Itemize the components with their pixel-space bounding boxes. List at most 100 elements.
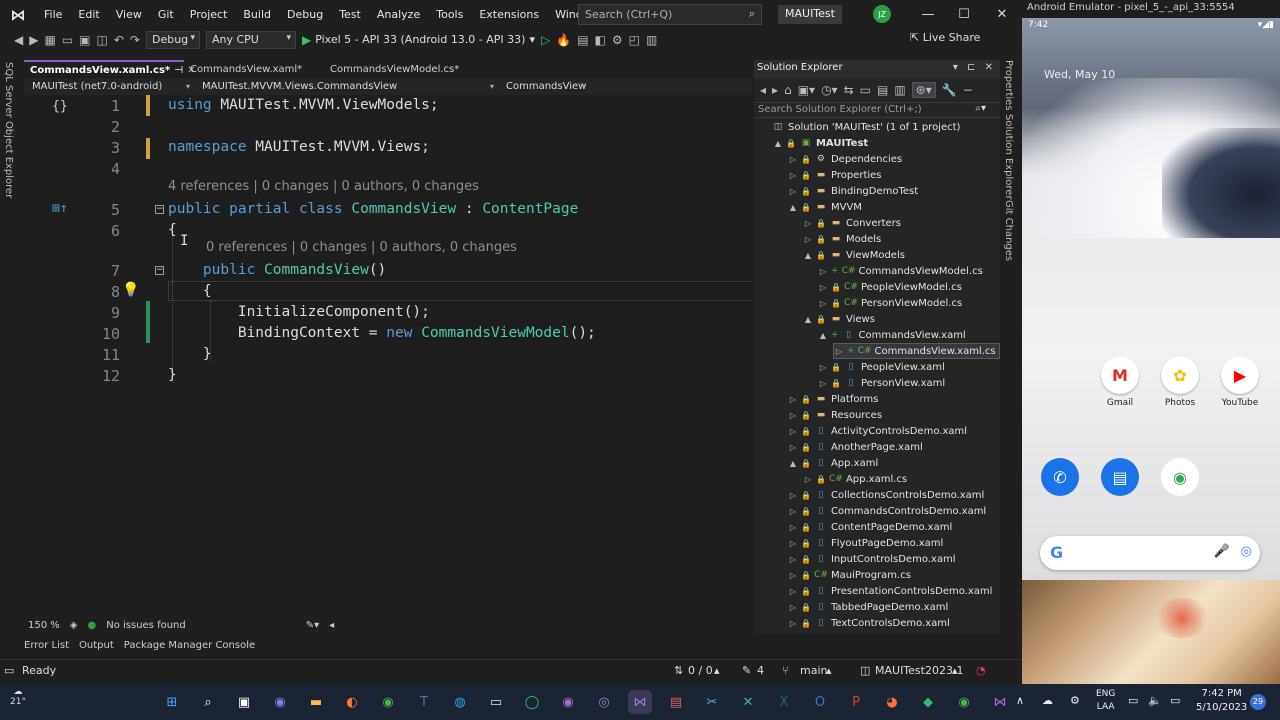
document-tab[interactable]: CommandsView.xaml.cs* ⊣ ✕ [24, 60, 196, 78]
expand-arrow-icon[interactable]: ▷ [788, 539, 798, 548]
system-clock[interactable]: 7:42 PM 5/10/2023 [1196, 687, 1247, 715]
run-without-debug-icon[interactable]: ▷ [541, 33, 550, 47]
hot-reload-icon[interactable]: 🔥 [556, 33, 571, 47]
type-nav-select[interactable]: MAUITest.MVVM.Views.CommandsView [194, 78, 498, 95]
tree-item[interactable]: ▷ 🔒 ▯ PeopleView.xaml [818, 359, 945, 375]
tree-item[interactable]: ▷ 🔒 ▬ Platforms [788, 391, 878, 407]
dropdown-icon[interactable]: ▴ [714, 664, 720, 677]
weather-widget[interactable]: ☁ 21° [10, 687, 26, 707]
display-icon[interactable]: ▭ [1128, 694, 1138, 707]
sql-server-object-explorer-tab[interactable]: SQL Server Object Explorer [3, 62, 14, 198]
git-changes-count[interactable]: 0 / 0 [688, 664, 713, 677]
expand-arrow-icon[interactable]: ▷ [788, 491, 798, 500]
dropdown-icon[interactable]: ▴ [826, 664, 832, 677]
tree-item[interactable]: ▲ 🔒 ▬ ViewModels [803, 247, 905, 263]
expand-arrow-icon[interactable]: ▷ [788, 171, 798, 180]
output-icon[interactable]: ▭ [4, 664, 14, 677]
new-project-icon[interactable]: ▦ [44, 33, 55, 47]
repo-icon[interactable]: ◫ [860, 664, 870, 677]
tree-item[interactable]: ▷ 🔒 C# PeopleViewModel.cs [818, 279, 962, 295]
search-input[interactable]: Search (Ctrl+Q) ⌕ [578, 4, 762, 25]
copilot-icon[interactable]: ◈ [70, 620, 78, 631]
tree-item[interactable]: ▷ 🔒 C# MauiProgram.cs [788, 567, 911, 583]
camera-icon[interactable]: ◰ [629, 33, 640, 47]
history-icon[interactable]: ◷▾ [821, 83, 838, 97]
expanded-arrow-icon[interactable]: ▲ [773, 139, 783, 148]
pencil-icon[interactable]: ✎ [742, 664, 751, 677]
expand-arrow-icon[interactable]: ▷ [818, 267, 828, 276]
device-icon[interactable]: ▥ [646, 33, 657, 47]
menu-item-git[interactable]: Git [150, 8, 182, 21]
right-strip-tab[interactable]: Git Changes [1003, 200, 1014, 261]
sync-icon[interactable]: ⇆ [844, 83, 854, 97]
code-line[interactable]: public CommandsView() [168, 262, 386, 278]
tree-item[interactable]: ▲ + ▯ CommandsView.xaml [818, 327, 966, 343]
code-line[interactable]: public partial class CommandsView : Cont… [168, 201, 578, 217]
messages-icon[interactable]: ▤ [1101, 458, 1139, 496]
phone-date[interactable]: Wed, May 10 [1044, 68, 1115, 81]
tree-item[interactable]: ▷ 🔒 ▯ PresentationControlsDemo.xaml [788, 583, 993, 599]
edge-icon[interactable]: ◍ [448, 690, 472, 714]
more-icon[interactable]: − [963, 83, 973, 97]
menu-item-test[interactable]: Test [331, 8, 369, 21]
brush-icon[interactable]: ✎▾ [306, 620, 319, 631]
battery-icon[interactable]: ▭ [1170, 694, 1180, 707]
branch-icon[interactable]: ⑂ [782, 664, 789, 677]
app-tray-icon[interactable]: ⚙ [1070, 694, 1080, 707]
bookmark-icon[interactable]: ◧ [595, 33, 606, 47]
expanded-arrow-icon[interactable]: ▲ [803, 251, 813, 260]
codelens-class[interactable]: 4 references | 0 changes | 0 authors, 0 … [168, 179, 479, 194]
menu-item-analyze[interactable]: Analyze [369, 8, 428, 21]
collapse-icon[interactable]: ▤ [877, 83, 888, 97]
expand-arrow-icon[interactable]: ▷ [788, 603, 798, 612]
visual-studio-logo-icon[interactable]: ⋈ [0, 0, 36, 29]
chrome-icon[interactable]: ◉ [376, 690, 400, 714]
tree-item[interactable]: ▲ 🔒 ▬ Views [803, 311, 875, 327]
tree-item[interactable]: ▷ 🔒 ▯ FlyoutPageDemo.xaml [788, 535, 943, 551]
lightbulb-icon[interactable]: 💡 [122, 282, 139, 298]
bottom-tab[interactable]: Output [79, 640, 114, 651]
issues-label[interactable]: No issues found [106, 620, 186, 631]
tree-item[interactable]: ▷ 🔒 ▯ ContentPageDemo.xaml [788, 519, 952, 535]
preview-icon[interactable]: ⊛▾ [911, 82, 936, 98]
tree-item[interactable]: ▲ 🔒 ▬ MVVM [788, 199, 862, 215]
phone-screen[interactable]: 7:42 ▾◢▮ Wed, May 10 M Gmail ✿ Photos ▶ YouTu… [1022, 18, 1280, 595]
tree-item[interactable]: ▷ 🔒 ▯ AnotherPage.xaml [788, 439, 923, 455]
settings-icon[interactable]: ⚙ [612, 33, 623, 47]
expand-arrow-icon[interactable]: ▷ [788, 411, 798, 420]
tree-item[interactable]: ▷ 🔒 ▬ Converters [803, 215, 901, 231]
fold-toggle[interactable]: − [155, 205, 164, 214]
zoom-level[interactable]: 150 % [28, 620, 60, 631]
expand-arrow-icon[interactable]: ▷ [803, 475, 813, 484]
save-all-icon[interactable]: ◫ [97, 33, 108, 47]
expand-arrow-icon[interactable]: ▷ [818, 363, 828, 372]
tree-item[interactable]: ▷ 🔒 ▯ InputControlsDemo.xaml [788, 551, 956, 567]
codelens-constructor[interactable]: 0 references | 0 changes | 0 authors, 0 … [206, 240, 517, 255]
expanded-arrow-icon[interactable]: ▲ [788, 203, 798, 212]
code-editor[interactable]: {} ⊞↑ 💡 − − 1 using MAUITest.MVVM.ViewMod… [24, 95, 752, 617]
app-photos[interactable]: ✿ Photos [1152, 356, 1208, 408]
search-icon[interactable]: ⌕ [196, 690, 220, 714]
snipping-icon[interactable]: ✂ [700, 690, 724, 714]
expanded-arrow-icon[interactable]: ▲ [818, 331, 828, 340]
back-icon[interactable]: ◀ [14, 33, 23, 47]
start-icon[interactable]: ⊞ [160, 690, 184, 714]
switch-views-icon[interactable]: ▣▾ [798, 83, 815, 97]
chat-icon[interactable]: ◉ [268, 690, 292, 714]
run-button[interactable]: ▶ Pixel 5 - API 33 (Android 13.0 - API 3… [302, 33, 535, 47]
tool-icon[interactable]: ✕ [736, 690, 760, 714]
app-gmail[interactable]: M Gmail [1092, 356, 1148, 408]
refresh-icon[interactable]: ▭ [860, 83, 871, 97]
code-line[interactable]: { [168, 222, 177, 238]
menu-item-project[interactable]: Project [182, 8, 236, 21]
google-lens-icon[interactable]: ◎ [1241, 544, 1252, 559]
language-indicator[interactable]: ENG LAA [1096, 688, 1115, 714]
fold-toggle[interactable]: − [155, 266, 164, 275]
tree-item[interactable]: ▷ 🔒 ▯ ActivityControlsDemo.xaml [788, 423, 967, 439]
obs-icon[interactable]: ◉ [556, 690, 580, 714]
tree-item[interactable]: ▲ 🔒 ▣ MAUITest [773, 135, 868, 151]
expand-arrow-icon[interactable]: ▷ [818, 299, 828, 308]
expand-arrow-icon[interactable]: ▷ [803, 219, 813, 228]
expand-arrow-icon[interactable]: ▷ [788, 395, 798, 404]
code-line[interactable]: } [168, 367, 177, 383]
